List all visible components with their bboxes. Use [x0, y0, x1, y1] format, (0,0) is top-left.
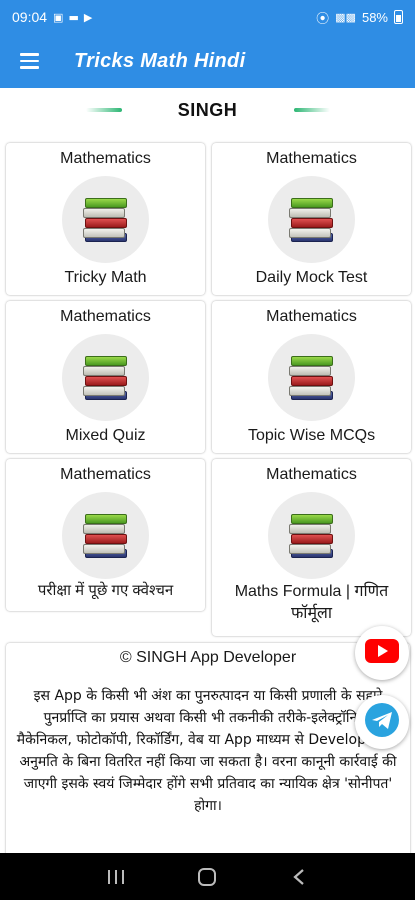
copyright-text: © SINGH App Developer: [119, 649, 297, 666]
back-button[interactable]: [279, 862, 319, 892]
header-decor-line-left: [86, 108, 122, 112]
card-label: Daily Mock Test: [255, 269, 368, 286]
card-category: Mathematics: [266, 150, 357, 167]
battery-percent: 58%: [361, 9, 388, 25]
youtube-icon: [365, 639, 399, 667]
card-category: Mathematics: [266, 308, 357, 325]
card-notification-icon: ▬: [68, 10, 79, 24]
books-stack-icon: [62, 176, 149, 263]
books-stack-icon: [62, 492, 149, 579]
signal-icon: ▩▩: [335, 11, 356, 24]
youtube-notification-icon: ▶: [83, 10, 93, 24]
books-stack-icon: [268, 492, 355, 579]
disclaimer-text: इस App के किसी भी अंश का पुनरुत्पादन या …: [16, 688, 400, 814]
gallery-notification-icon: ▣: [53, 10, 64, 24]
card-category: Mathematics: [60, 308, 151, 325]
hamburger-menu-icon[interactable]: [0, 34, 58, 88]
hotspot-icon: ⦿: [316, 10, 330, 26]
card-label: Mixed Quiz: [65, 427, 146, 444]
youtube-button[interactable]: [355, 626, 409, 680]
card-daily-mock-test[interactable]: Mathematics Daily Mock Test: [212, 143, 411, 295]
card-exam-questions[interactable]: Mathematics परीक्षा में पूछे गए क्वेश्चन: [6, 459, 205, 611]
footer-card: © SINGH App Developer इस App के किसी भी …: [6, 643, 410, 863]
telegram-button[interactable]: [355, 695, 409, 749]
telegram-icon: [365, 703, 399, 741]
recent-apps-button[interactable]: [96, 862, 136, 892]
card-category: Mathematics: [266, 466, 357, 483]
system-nav-bar: [0, 853, 415, 900]
back-chevron-icon: [293, 868, 304, 885]
app-title: Tricks Math Hindi: [74, 49, 246, 72]
app-bar: Tricks Math Hindi: [0, 34, 415, 88]
card-tricky-math[interactable]: Mathematics Tricky Math: [6, 143, 205, 295]
card-category: Mathematics: [60, 466, 151, 483]
section-title: SINGH: [177, 99, 238, 120]
home-icon: [198, 867, 217, 886]
card-label: Maths Formula | गणित फॉर्मूला: [234, 583, 389, 622]
books-stack-icon: [268, 334, 355, 421]
card-label: Tricky Math: [64, 269, 147, 286]
card-topic-wise-mcqs[interactable]: Mathematics Topic Wise MCQs: [212, 301, 411, 453]
status-time: 09:04: [12, 9, 48, 25]
header-decor-line-right: [294, 108, 330, 112]
books-stack-icon: [268, 176, 355, 263]
card-category: Mathematics: [60, 150, 151, 167]
books-stack-icon: [62, 334, 149, 421]
recent-apps-icon: [107, 869, 124, 884]
battery-icon: [394, 10, 403, 24]
section-header: SINGH: [0, 92, 415, 128]
card-mixed-quiz[interactable]: Mathematics Mixed Quiz: [6, 301, 205, 453]
card-maths-formula[interactable]: Mathematics Maths Formula | गणित फॉर्मूल…: [212, 459, 411, 636]
card-label: परीक्षा में पूछे गए क्वेश्चन: [37, 582, 174, 599]
card-label: Topic Wise MCQs: [247, 427, 376, 444]
home-button[interactable]: [187, 862, 227, 892]
status-bar: 09:04 ▣ ▬ ▶ ⦿ ▩▩ 58%: [0, 0, 415, 34]
